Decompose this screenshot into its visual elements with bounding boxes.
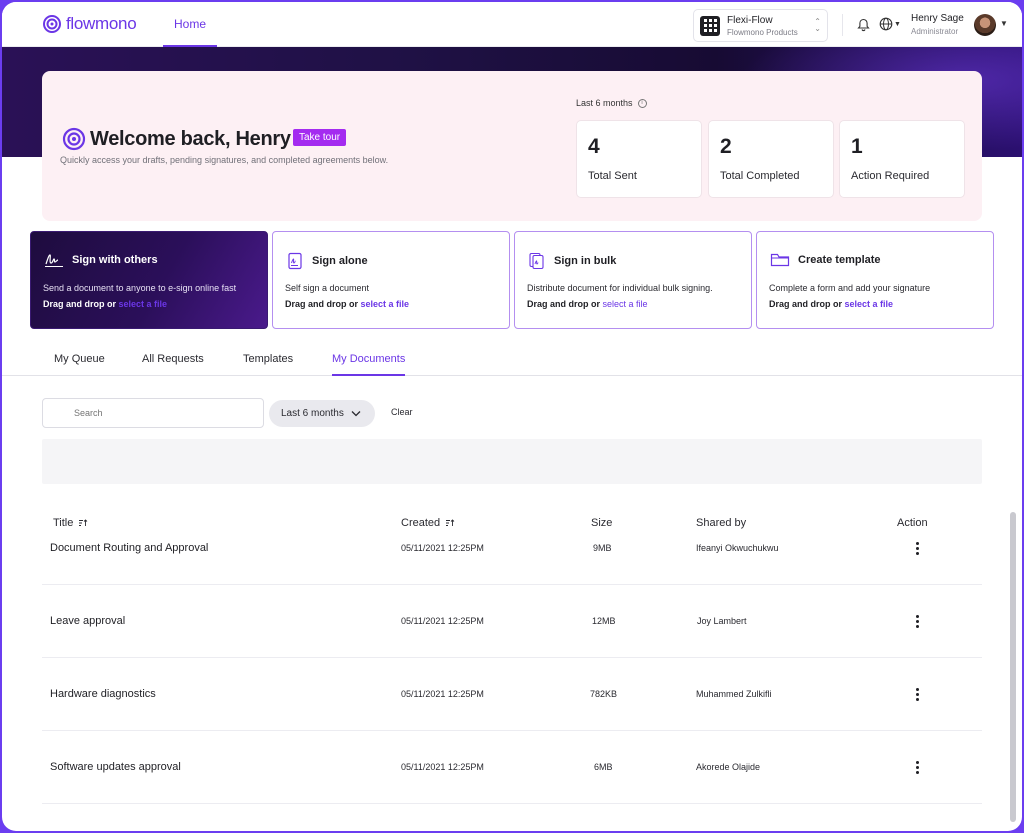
info-banner	[42, 439, 982, 484]
tab-my-queue[interactable]: My Queue	[54, 353, 105, 376]
select-file-link[interactable]: select a file	[845, 299, 894, 309]
document-tabs: My Queue All Requests Templates My Docum…	[2, 353, 1022, 376]
stat-value: 4	[588, 135, 600, 158]
user-menu[interactable]: Henry Sage Administrator	[911, 13, 964, 36]
action-title: Sign in bulk	[554, 255, 617, 267]
workspace-switcher[interactable]: Flexi-Flow Flowmono Products ⌃ ⌄	[693, 9, 828, 42]
table-row[interactable]: Hardware diagnostics 05/11/2021 12:25PM …	[42, 658, 982, 731]
more-options-icon[interactable]	[915, 542, 919, 555]
chevron-down-icon	[351, 411, 361, 417]
table-row[interactable]: Document Routing and Approval 05/11/2021…	[42, 512, 982, 585]
bell-icon[interactable]	[857, 18, 870, 32]
tab-templates[interactable]: Templates	[243, 353, 293, 376]
created-date: 05/11/2021 12:25PM	[401, 762, 484, 772]
action-description: Distribute document for individual bulk …	[527, 283, 713, 293]
top-nav: flowmono Home Flexi-Flow Flowmono Produc…	[2, 2, 1022, 47]
action-description: Self sign a document	[285, 283, 370, 293]
folder-icon	[770, 253, 790, 267]
document-title: Hardware diagnostics	[50, 688, 156, 700]
brand-logo[interactable]: flowmono	[42, 14, 137, 34]
document-sign-icon	[288, 252, 302, 270]
nav-home-tab[interactable]: Home	[163, 2, 217, 47]
nav-divider	[842, 14, 843, 36]
signature-icon	[45, 254, 63, 267]
workspace-name: Flexi-Flow	[727, 14, 773, 26]
table-row[interactable]: Software updates approval 05/11/2021 12:…	[42, 731, 982, 804]
grid-icon	[700, 15, 720, 36]
user-role: Administrator	[911, 27, 959, 36]
more-options-icon[interactable]	[915, 761, 919, 774]
documents-stack-icon	[529, 252, 544, 270]
select-file-link[interactable]: select a file	[361, 299, 410, 309]
caret-down-icon: ▼	[894, 20, 901, 28]
table-row[interactable]: Leave approval 05/11/2021 12:25PM 12MB J…	[42, 585, 982, 658]
scrollbar[interactable]	[1010, 512, 1016, 822]
document-title: Document Routing and Approval	[50, 542, 209, 554]
globe-icon	[879, 17, 893, 31]
action-card-sign-in-bulk[interactable]: Sign in bulk Distribute document for ind…	[514, 231, 752, 329]
shared-by: Ifeanyi Okwuchukwu	[696, 543, 779, 553]
created-date: 05/11/2021 12:25PM	[401, 543, 484, 553]
stat-value: 2	[720, 135, 732, 158]
document-title: Leave approval	[50, 615, 126, 627]
stat-action-required[interactable]: 1 Action Required	[839, 120, 965, 198]
updown-chevron-icon: ⌃ ⌄	[814, 17, 821, 33]
file-size: 782KB	[590, 689, 618, 699]
created-date: 05/11/2021 12:25PM	[401, 616, 484, 626]
clear-filter-button[interactable]: Clear	[391, 407, 413, 417]
created-date: 05/11/2021 12:25PM	[401, 689, 484, 699]
action-drop-hint: Drag and drop or select a file	[527, 299, 648, 309]
shared-by: Akorede Olajide	[696, 762, 761, 772]
stat-label: Action Required	[851, 170, 930, 182]
file-size: 9MB	[593, 543, 612, 553]
period-filter-label: Last 6 months	[281, 408, 344, 419]
action-title: Sign alone	[312, 255, 368, 267]
stat-total-completed[interactable]: 2 Total Completed	[708, 120, 834, 198]
action-description: Complete a form and add your signature	[769, 283, 931, 293]
tab-all-requests[interactable]: All Requests	[142, 353, 204, 376]
stat-label: Total Completed	[720, 170, 800, 182]
stat-total-sent[interactable]: 4 Total Sent	[576, 120, 702, 198]
brand-name: flowmono	[66, 14, 137, 33]
action-description: Send a document to anyone to e-sign onli…	[43, 283, 237, 293]
document-title: Software updates approval	[50, 761, 181, 773]
period-label: Last 6 months	[576, 98, 633, 108]
welcome-subtitle: Quickly access your drafts, pending sign…	[60, 155, 389, 165]
search-input[interactable]	[42, 398, 264, 428]
flowmono-logo-icon	[62, 127, 86, 151]
tab-my-documents[interactable]: My Documents	[332, 353, 406, 376]
more-options-icon[interactable]	[915, 615, 919, 628]
file-size: 6MB	[594, 762, 613, 772]
welcome-card: Welcome back, Henry Take tour Quickly ac…	[42, 71, 982, 221]
stats-period: Last 6 months i	[576, 98, 647, 108]
stat-label: Total Sent	[588, 170, 637, 182]
user-name: Henry Sage	[911, 13, 964, 24]
action-title: Sign with others	[72, 254, 158, 266]
action-drop-hint: Drag and drop or select a file	[769, 299, 894, 309]
shared-by: Joy Lambert	[697, 616, 747, 626]
caret-down-icon[interactable]: ▼	[1000, 19, 1008, 28]
stat-value: 1	[851, 135, 863, 158]
flowmono-logo-icon	[43, 15, 61, 33]
action-card-sign-with-others[interactable]: Sign with others Send a document to anyo…	[30, 231, 268, 329]
avatar[interactable]	[974, 14, 996, 36]
workspace-subtitle: Flowmono Products	[727, 27, 798, 37]
more-options-icon[interactable]	[915, 688, 919, 701]
select-file-link[interactable]: select a file	[603, 299, 648, 309]
info-icon[interactable]: i	[637, 98, 647, 108]
action-title: Create template	[798, 254, 881, 266]
period-filter-dropdown[interactable]: Last 6 months	[269, 400, 375, 427]
app-window: flowmono Home Flexi-Flow Flowmono Produc…	[2, 2, 1022, 831]
take-tour-button[interactable]: Take tour	[293, 129, 347, 146]
shared-by: Muhammed Zulkifli	[696, 689, 772, 699]
welcome-title: Welcome back, Henry	[90, 128, 291, 150]
action-drop-hint: Drag and drop or select a file	[43, 299, 168, 309]
action-card-sign-alone[interactable]: Sign alone Self sign a document Drag and…	[272, 231, 510, 329]
language-selector[interactable]: ▼	[879, 17, 901, 31]
file-size: 12MB	[592, 616, 616, 626]
action-card-create-template[interactable]: Create template Complete a form and add …	[756, 231, 994, 329]
select-file-link[interactable]: select a file	[119, 299, 168, 309]
action-drop-hint: Drag and drop or select a file	[285, 299, 410, 309]
